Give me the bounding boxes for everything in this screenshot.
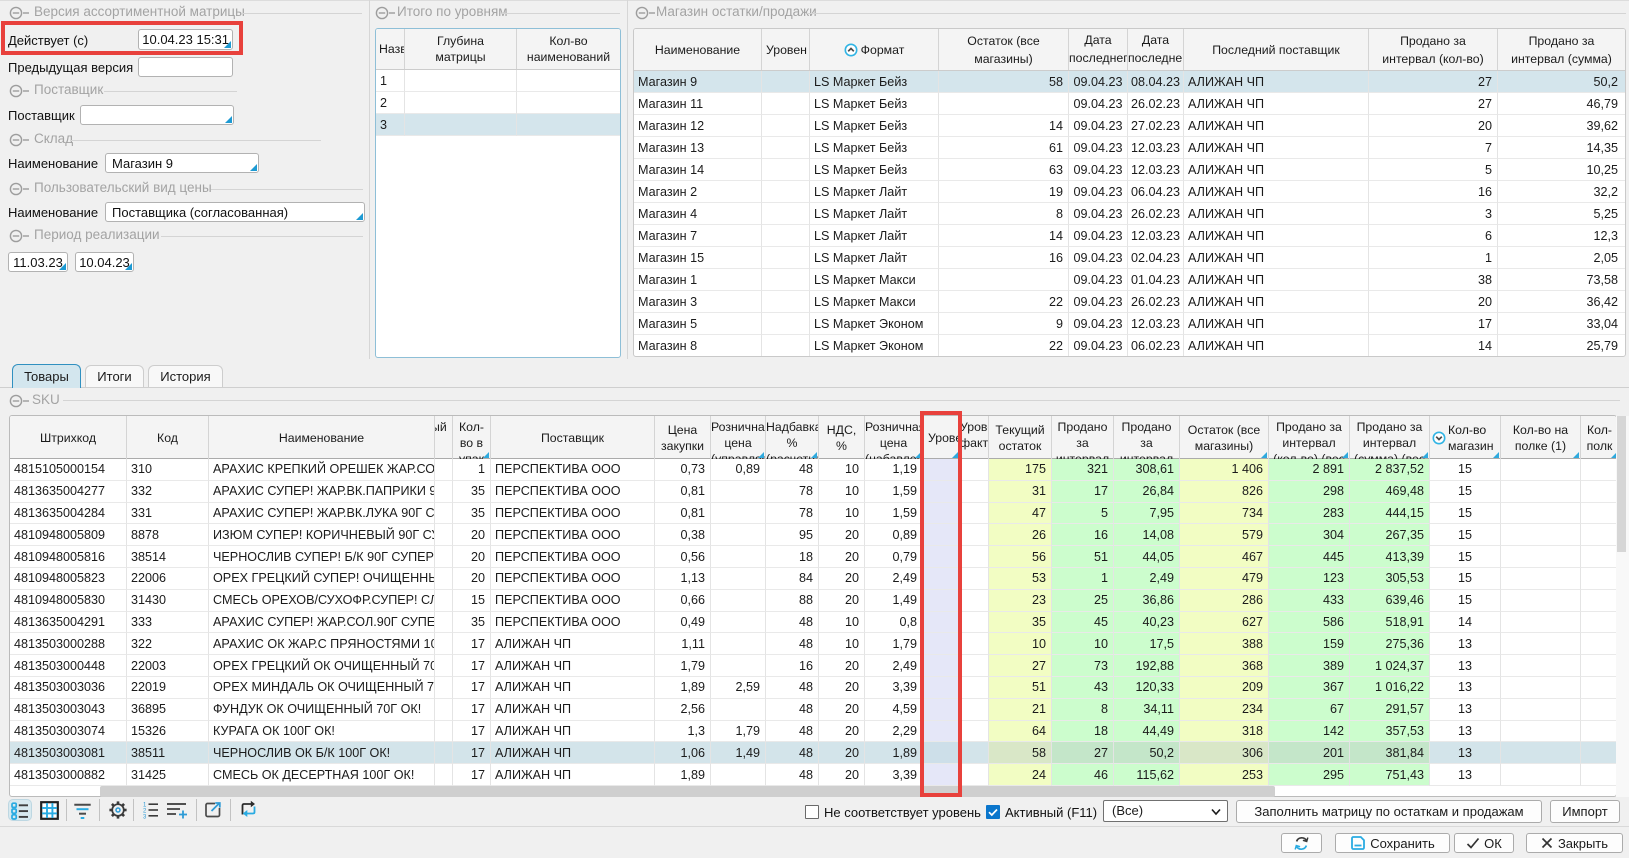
svg-text:3: 3	[143, 815, 147, 820]
